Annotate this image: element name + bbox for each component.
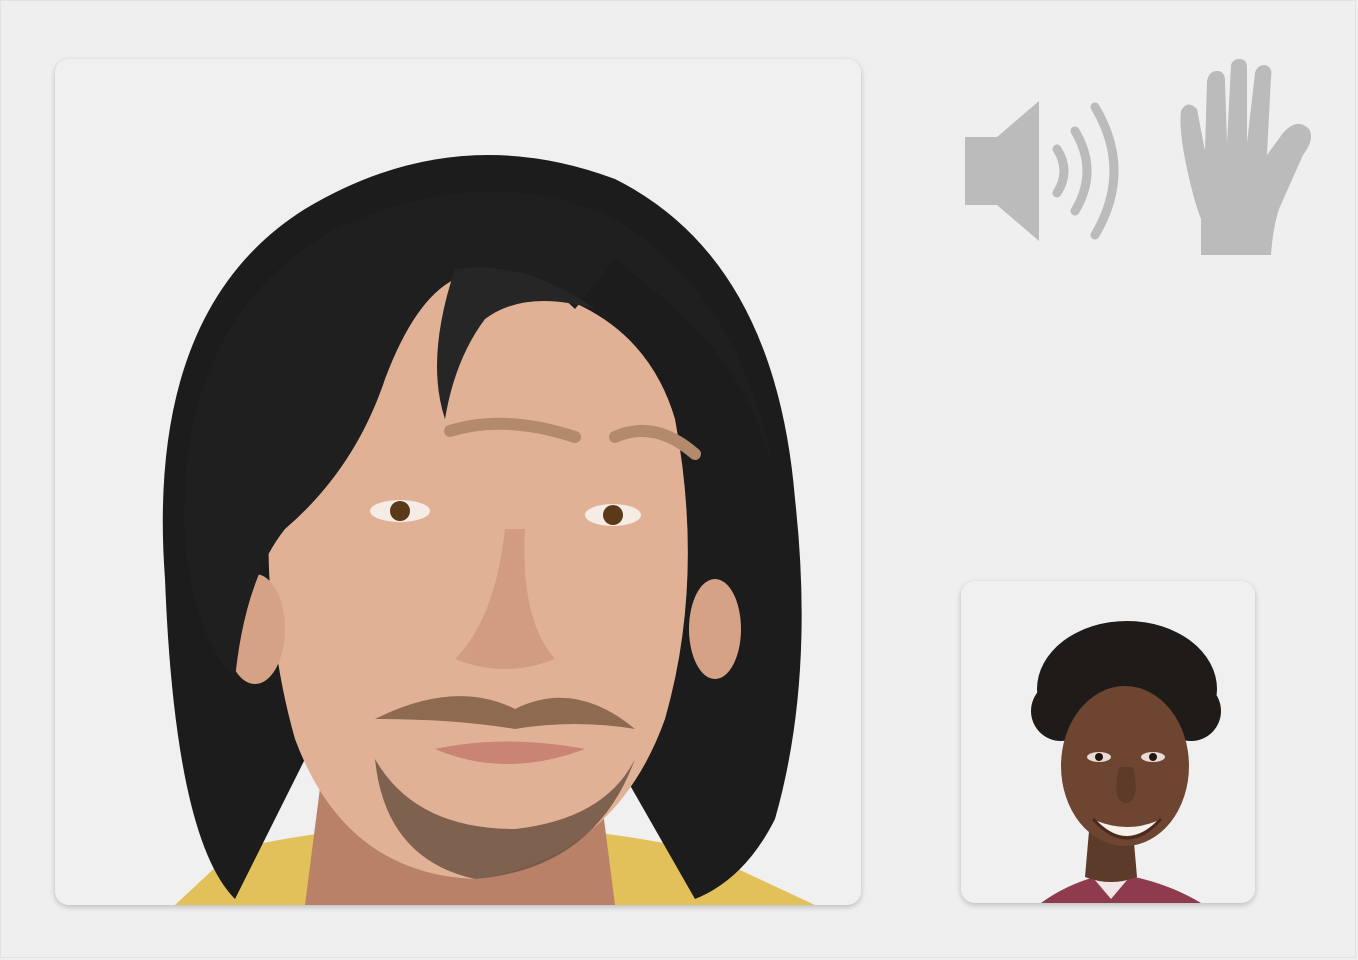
speaker-volume-icon[interactable] bbox=[961, 97, 1129, 245]
self-view-video[interactable] bbox=[961, 581, 1255, 903]
raise-hand-icon[interactable] bbox=[1175, 59, 1317, 257]
call-window bbox=[0, 0, 1356, 958]
main-participant-video[interactable] bbox=[55, 59, 861, 905]
main-participant-avatar bbox=[55, 59, 861, 905]
self-view-avatar bbox=[961, 581, 1255, 903]
